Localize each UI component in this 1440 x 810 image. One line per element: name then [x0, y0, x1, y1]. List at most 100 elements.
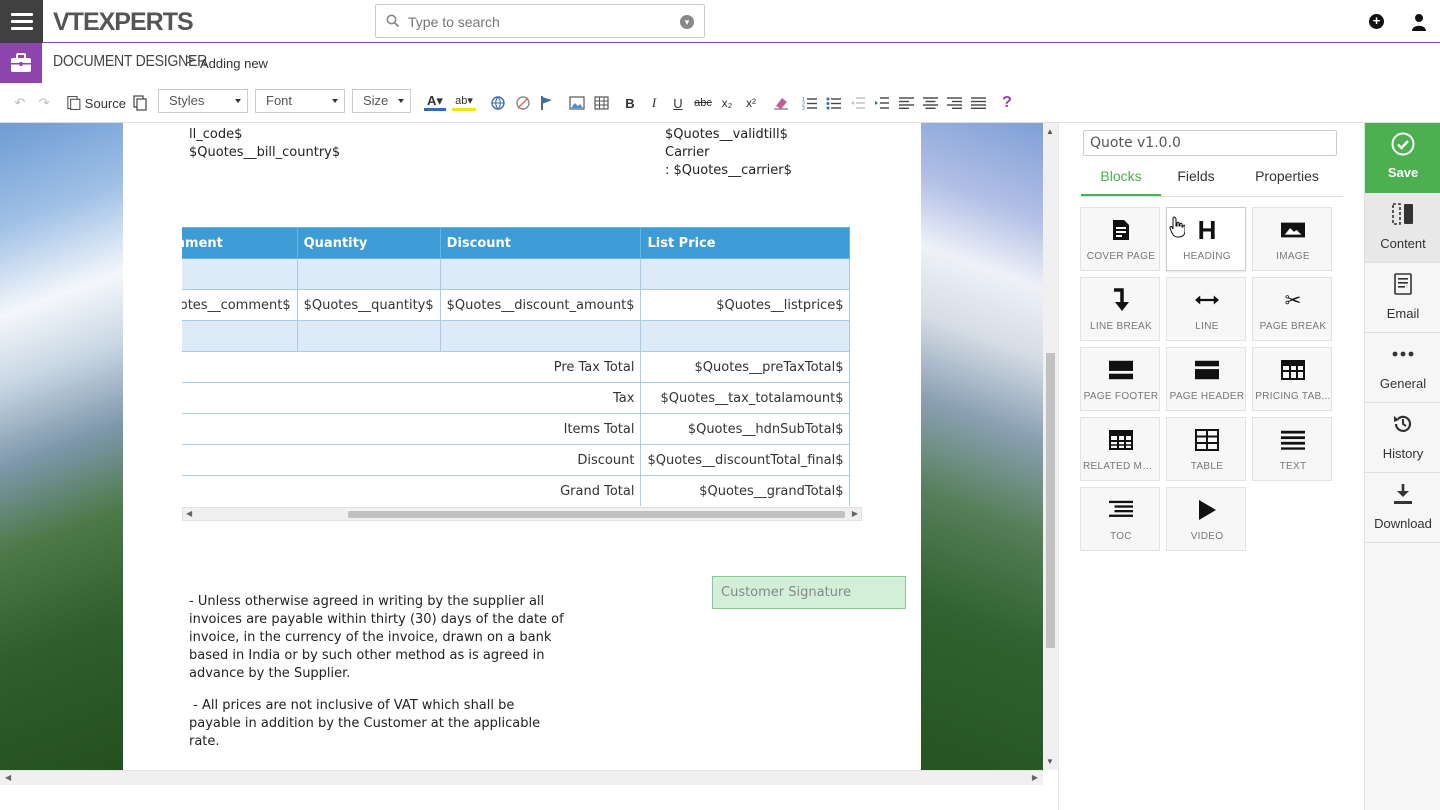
block-page-header[interactable]: PAGE HEADER: [1166, 347, 1246, 411]
templates-icon[interactable]: [132, 93, 148, 113]
scroll-left-arrow-icon[interactable]: ◀: [5, 773, 11, 782]
block-image[interactable]: IMAGE: [1252, 207, 1332, 271]
superscript-button[interactable]: x²: [742, 93, 760, 113]
block-toc[interactable]: TOC: [1080, 487, 1160, 551]
table-row[interactable]: Items Total $Quotes__hdnSubTotal$: [182, 413, 851, 445]
total-value[interactable]: $Quotes__discountTotal_final$: [640, 444, 851, 476]
canvas-scroll-thumb[interactable]: [1046, 353, 1055, 648]
block-cover-page[interactable]: COVER PAGE: [1080, 207, 1160, 271]
quick-create-plus-icon[interactable]: +: [1369, 14, 1384, 29]
italic-button[interactable]: I: [646, 93, 662, 113]
total-value[interactable]: $Quotes__tax_totalamount$: [640, 382, 851, 414]
underline-button[interactable]: U: [670, 93, 686, 113]
briefcase-icon[interactable]: [0, 43, 42, 83]
strikethrough-button[interactable]: abc: [692, 93, 714, 113]
block-table[interactable]: TABLE: [1166, 417, 1246, 481]
insert-table-icon[interactable]: [592, 93, 610, 113]
menu-icon[interactable]: [0, 0, 43, 43]
list-price-cell[interactable]: $Quotes__listprice$: [640, 289, 851, 321]
table-row[interactable]: $Quotes__comment$ $Quotes__quantity$ $Qu…: [182, 289, 851, 321]
background-color-icon[interactable]: ab▾: [452, 93, 476, 111]
terms-paragraph-1[interactable]: - Unless otherwise agreed in writing by …: [189, 593, 589, 683]
block-page-footer[interactable]: PAGE FOOTER: [1080, 347, 1160, 411]
insert-image-icon[interactable]: [568, 93, 586, 113]
tab-properties[interactable]: Properties: [1241, 168, 1333, 196]
outdent-icon[interactable]: [849, 93, 867, 113]
scroll-down-arrow-icon[interactable]: ▼: [1046, 757, 1054, 766]
block-pricing-table[interactable]: PRICING TAB...: [1252, 347, 1332, 411]
undo-icon[interactable]: ↶: [12, 93, 28, 113]
validtill-field[interactable]: $Quotes__validtill$: [665, 126, 788, 144]
indent-icon[interactable]: [873, 93, 891, 113]
anchor-flag-icon[interactable]: [539, 93, 555, 113]
subscript-button[interactable]: x₂: [718, 93, 736, 113]
discount-cell[interactable]: $Quotes__discount_amount$: [439, 289, 642, 321]
product-table[interactable]: Comment Quantity Discount List Price $Qu…: [182, 227, 862, 506]
canvas-horizontal-scrollbar[interactable]: ◀ ▶: [0, 770, 1043, 785]
document-page[interactable]: ll_code$ $Quotes__bill_country$ $Quotes_…: [123, 123, 921, 770]
help-button[interactable]: ?: [999, 93, 1015, 113]
user-icon[interactable]: [1411, 13, 1427, 31]
tab-fields[interactable]: Fields: [1161, 168, 1231, 196]
nav-general[interactable]: General: [1365, 333, 1440, 403]
size-select[interactable]: Size: [352, 89, 411, 113]
link-icon[interactable]: [489, 93, 507, 113]
search-input[interactable]: [408, 12, 678, 32]
total-value[interactable]: $Quotes__hdnSubTotal$: [640, 413, 851, 445]
table-row[interactable]: Pre Tax Total $Quotes__preTaxTotal$: [182, 351, 851, 383]
document-canvas[interactable]: ll_code$ $Quotes__bill_country$ $Quotes_…: [0, 123, 1043, 770]
total-value[interactable]: $Quotes__grandTotal$: [640, 475, 851, 506]
comment-cell[interactable]: $Quotes__comment$: [182, 289, 298, 321]
search-options-chevron-icon[interactable]: ▾: [680, 15, 694, 29]
template-name-input[interactable]: Quote v1.0.0: [1083, 130, 1337, 156]
quantity-cell[interactable]: $Quotes__quantity$: [296, 289, 441, 321]
table-horizontal-scrollbar[interactable]: ◀ ▶: [182, 507, 862, 521]
nav-email[interactable]: Email: [1365, 263, 1440, 333]
block-text[interactable]: TEXT: [1252, 417, 1332, 481]
block-label: HEADING: [1183, 251, 1231, 262]
unlink-icon[interactable]: [514, 93, 532, 113]
block-video[interactable]: VIDEO: [1166, 487, 1246, 551]
bulleted-list-icon[interactable]: [825, 93, 843, 113]
table-row[interactable]: Discount $Quotes__discountTotal_final$: [182, 444, 851, 476]
remove-format-icon[interactable]: [772, 93, 790, 113]
total-value[interactable]: $Quotes__preTaxTotal$: [640, 351, 851, 383]
scroll-left-arrow-icon[interactable]: ◀: [186, 509, 192, 518]
source-button[interactable]: Source: [66, 93, 126, 113]
scroll-right-arrow-icon[interactable]: ▶: [852, 509, 858, 518]
customer-signature-field[interactable]: Customer Signature: [712, 576, 906, 609]
scroll-up-arrow-icon[interactable]: ▲: [1046, 127, 1054, 136]
nav-content[interactable]: Content: [1365, 193, 1440, 263]
nav-history[interactable]: History: [1365, 403, 1440, 473]
carrier-field[interactable]: : $Quotes__carrier$: [665, 162, 792, 180]
breadcrumb-module[interactable]: DOCUMENT DESIGNER: [53, 53, 207, 71]
font-select[interactable]: Font: [255, 89, 345, 113]
global-search[interactable]: ▾: [375, 4, 705, 38]
table-row[interactable]: Tax $Quotes__tax_totalamount$: [182, 382, 851, 414]
mouse-pointer-icon: [1169, 216, 1185, 238]
align-right-icon[interactable]: [945, 93, 963, 113]
redo-icon[interactable]: ↷: [36, 93, 52, 113]
save-button[interactable]: Save: [1365, 123, 1440, 193]
block-line[interactable]: LINE: [1166, 277, 1246, 341]
brand-logo[interactable]: VTEXPERTS: [53, 8, 194, 37]
table-scroll-thumb[interactable]: [348, 511, 845, 518]
numbered-list-icon[interactable]: 123: [801, 93, 819, 113]
block-page-break[interactable]: ✂︎ PAGE BREAK: [1252, 277, 1332, 341]
canvas-vertical-scrollbar[interactable]: ▲ ▼: [1043, 123, 1058, 770]
bold-button[interactable]: B: [622, 93, 638, 113]
scroll-right-arrow-icon[interactable]: ▶: [1032, 773, 1038, 782]
align-center-icon[interactable]: [921, 93, 939, 113]
styles-select[interactable]: Styles: [158, 89, 248, 113]
align-left-icon[interactable]: [897, 93, 915, 113]
block-related-modules[interactable]: RELATED MO...: [1080, 417, 1160, 481]
bill-code-field[interactable]: ll_code$: [189, 126, 242, 144]
text-color-icon[interactable]: A▾: [424, 93, 446, 111]
table-row[interactable]: Grand Total $Quotes__grandTotal$: [182, 475, 851, 506]
bill-country-field[interactable]: $Quotes__bill_country$: [189, 144, 340, 162]
tab-blocks[interactable]: Blocks: [1081, 168, 1161, 196]
justify-icon[interactable]: [969, 93, 987, 113]
block-line-break[interactable]: LINE BREAK: [1080, 277, 1160, 341]
nav-download[interactable]: Download: [1365, 473, 1440, 543]
terms-paragraph-2[interactable]: - All prices are not inclusive of VAT wh…: [189, 697, 569, 751]
